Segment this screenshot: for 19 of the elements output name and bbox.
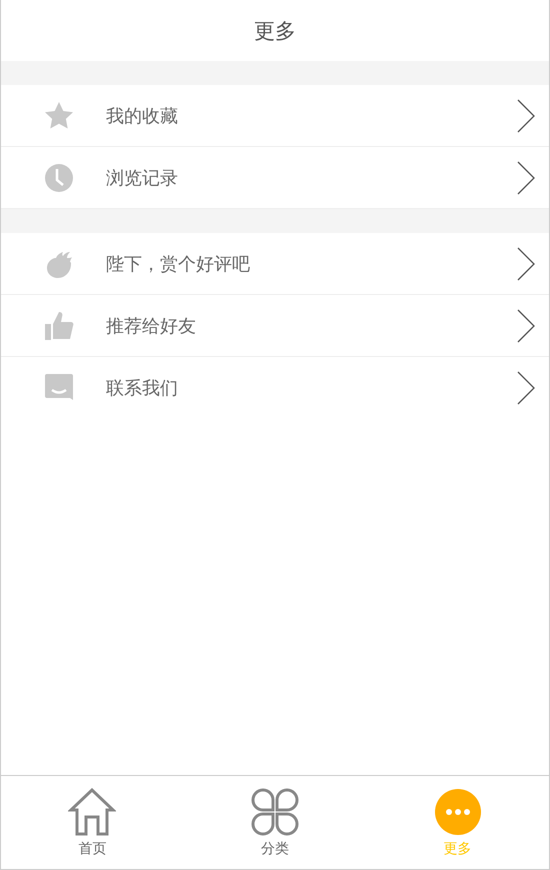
chevron-right-icon	[517, 371, 535, 405]
clover-icon	[251, 788, 299, 836]
menu-item[interactable]: 我的收藏	[1, 85, 549, 147]
menu-item[interactable]: 陛下，赏个好评吧	[1, 233, 549, 295]
clock-icon	[44, 162, 74, 192]
chevron-right-icon	[517, 308, 535, 342]
page-title: 更多	[253, 18, 297, 44]
home-icon	[68, 788, 116, 836]
menu-item[interactable]: 联系我们	[1, 357, 549, 419]
chevron-right-icon	[517, 160, 535, 194]
tab[interactable]: 首页	[1, 776, 184, 869]
message-icon	[44, 373, 74, 403]
star-icon	[44, 100, 74, 130]
tab[interactable]: 分类	[184, 776, 366, 869]
menu-item[interactable]: 推荐给好友	[1, 295, 549, 357]
thumb-up-icon	[44, 310, 74, 340]
more-icon	[434, 788, 482, 836]
chevron-right-icon	[517, 246, 535, 280]
chevron-right-icon	[517, 98, 535, 132]
